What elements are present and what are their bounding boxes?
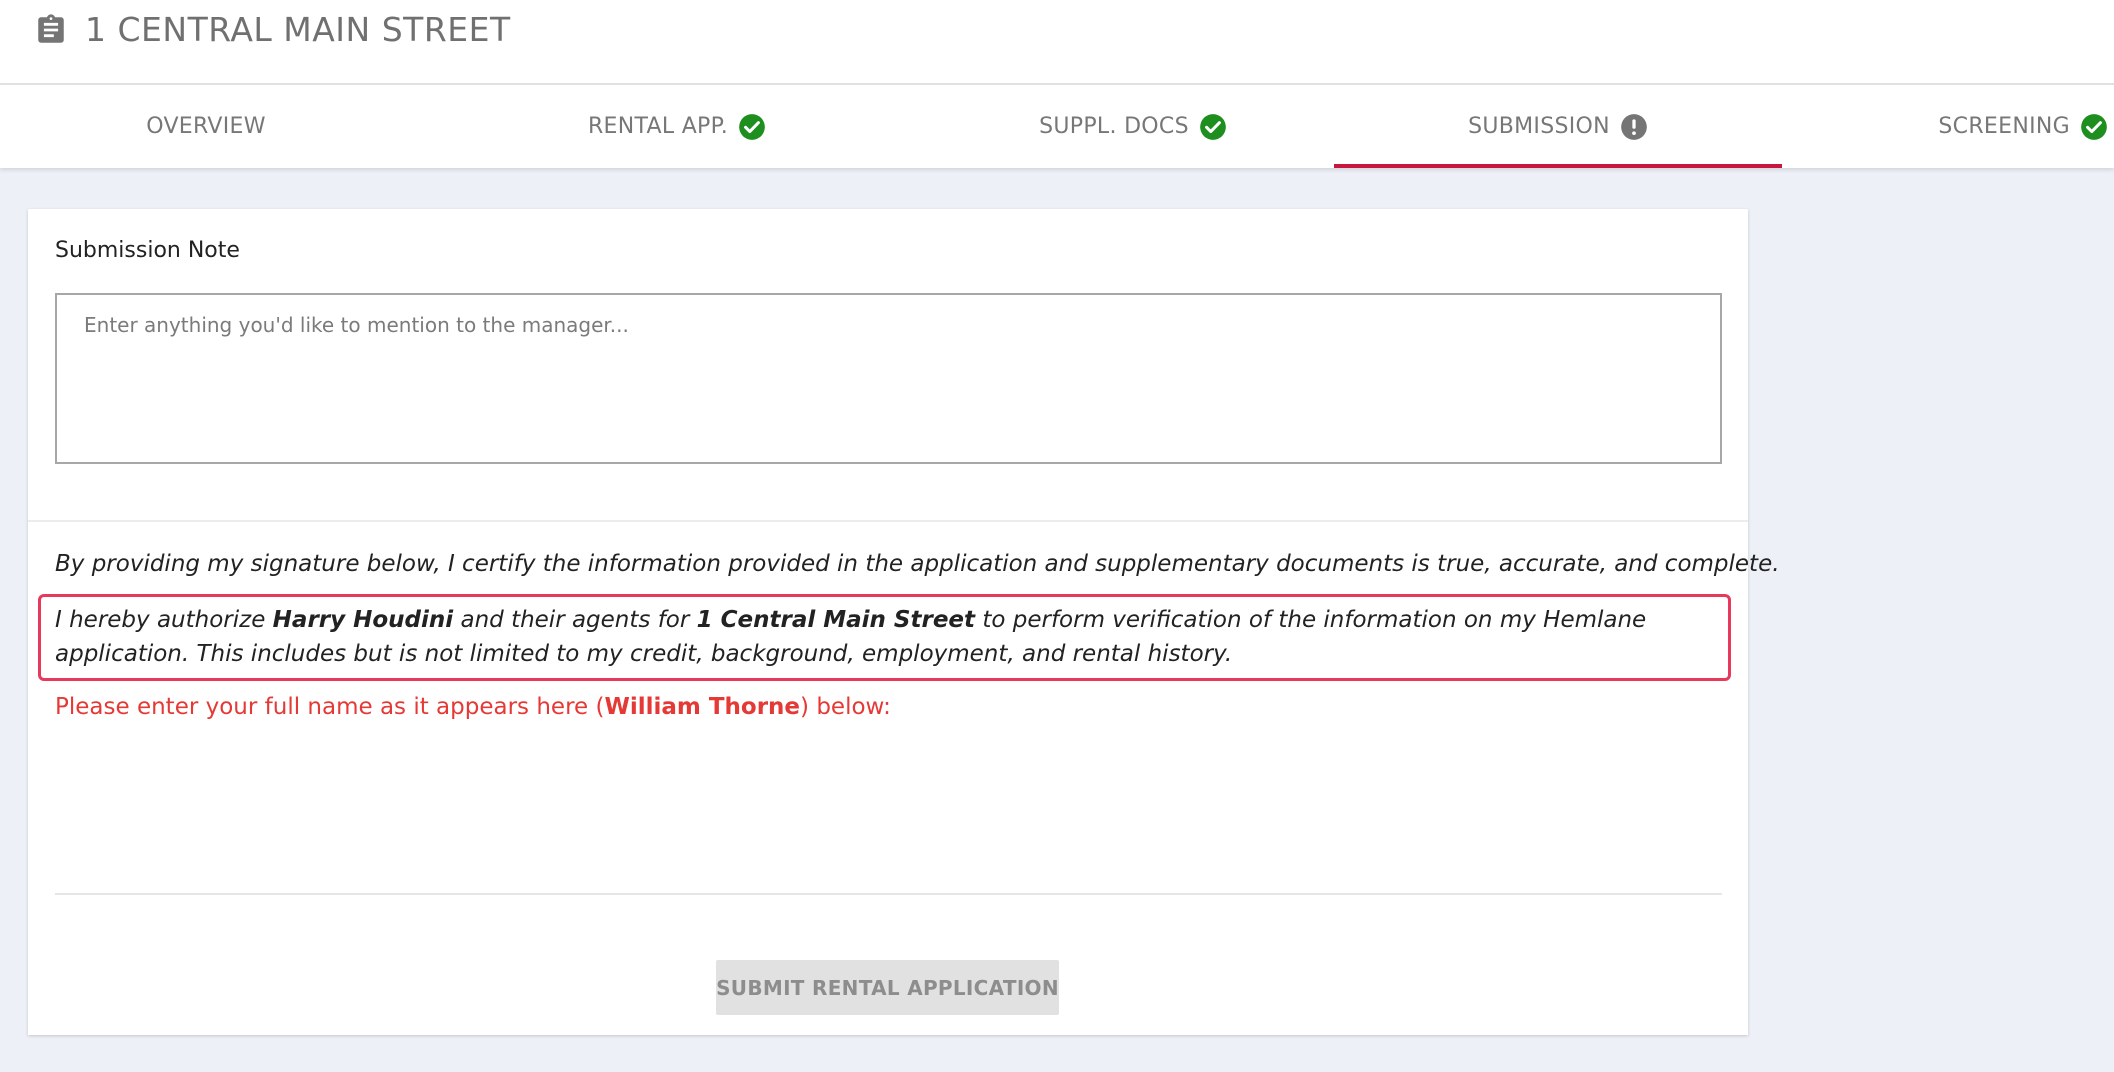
authorization-statement: I hereby authorize Harry Houdini and the… (38, 594, 1731, 681)
auth-prefix: I hereby authorize (55, 607, 273, 633)
submit-rental-application-button[interactable]: SUBMIT RENTAL APPLICATION (716, 960, 1059, 1015)
tab-overview-label: OVERVIEW (146, 114, 266, 139)
tab-submission[interactable]: SUBMISSION (1334, 85, 1782, 168)
check-circle-icon (739, 113, 765, 140)
sign-prompt-prefix: Please enter your full name as it appear… (55, 694, 605, 720)
applicant-name: William Thorne (604, 694, 801, 720)
submission-note-input[interactable] (55, 293, 1722, 464)
tab-overview[interactable]: OVERVIEW (0, 85, 422, 168)
signature-prompt: Please enter your full name as it appear… (55, 694, 891, 720)
page-header: 1 CENTRAL MAIN STREET (0, 0, 2114, 85)
signature-input[interactable] (55, 809, 1722, 895)
tab-suppl-docs-label: SUPPL. DOCS (1039, 114, 1189, 139)
submission-card: Submission Note By providing my signatur… (28, 209, 1780, 1035)
submission-note-label: Submission Note (55, 238, 240, 263)
check-circle-icon (1200, 113, 1226, 140)
auth-property-name: 1 Central Main Street (696, 607, 976, 633)
sign-prompt-suffix: ) below: (800, 694, 891, 720)
section-divider (28, 520, 1748, 522)
clipboard-icon (38, 14, 64, 43)
tab-rental-app-label: RENTAL APP. (587, 114, 729, 139)
tab-suppl-docs[interactable]: SUPPL. DOCS (932, 85, 1334, 168)
tab-screening[interactable]: SCREENING (1782, 85, 2114, 168)
tab-bar: OVERVIEW RENTAL APP. SUPPL. DOCS SUBMISS… (0, 85, 2114, 168)
tab-rental-app[interactable]: RENTAL APP. (422, 85, 932, 168)
exclamation-circle-icon (1621, 113, 1647, 140)
tab-screening-label: SCREENING (1938, 114, 2070, 139)
certification-statement: By providing my signature below, I certi… (55, 551, 1780, 577)
page-title: 1 CENTRAL MAIN STREET (85, 10, 511, 49)
auth-middle: and their agents for (453, 607, 697, 633)
check-circle-icon (2081, 113, 2107, 140)
auth-manager-name: Harry Houdini (272, 607, 454, 633)
tab-submission-label: SUBMISSION (1468, 114, 1610, 139)
